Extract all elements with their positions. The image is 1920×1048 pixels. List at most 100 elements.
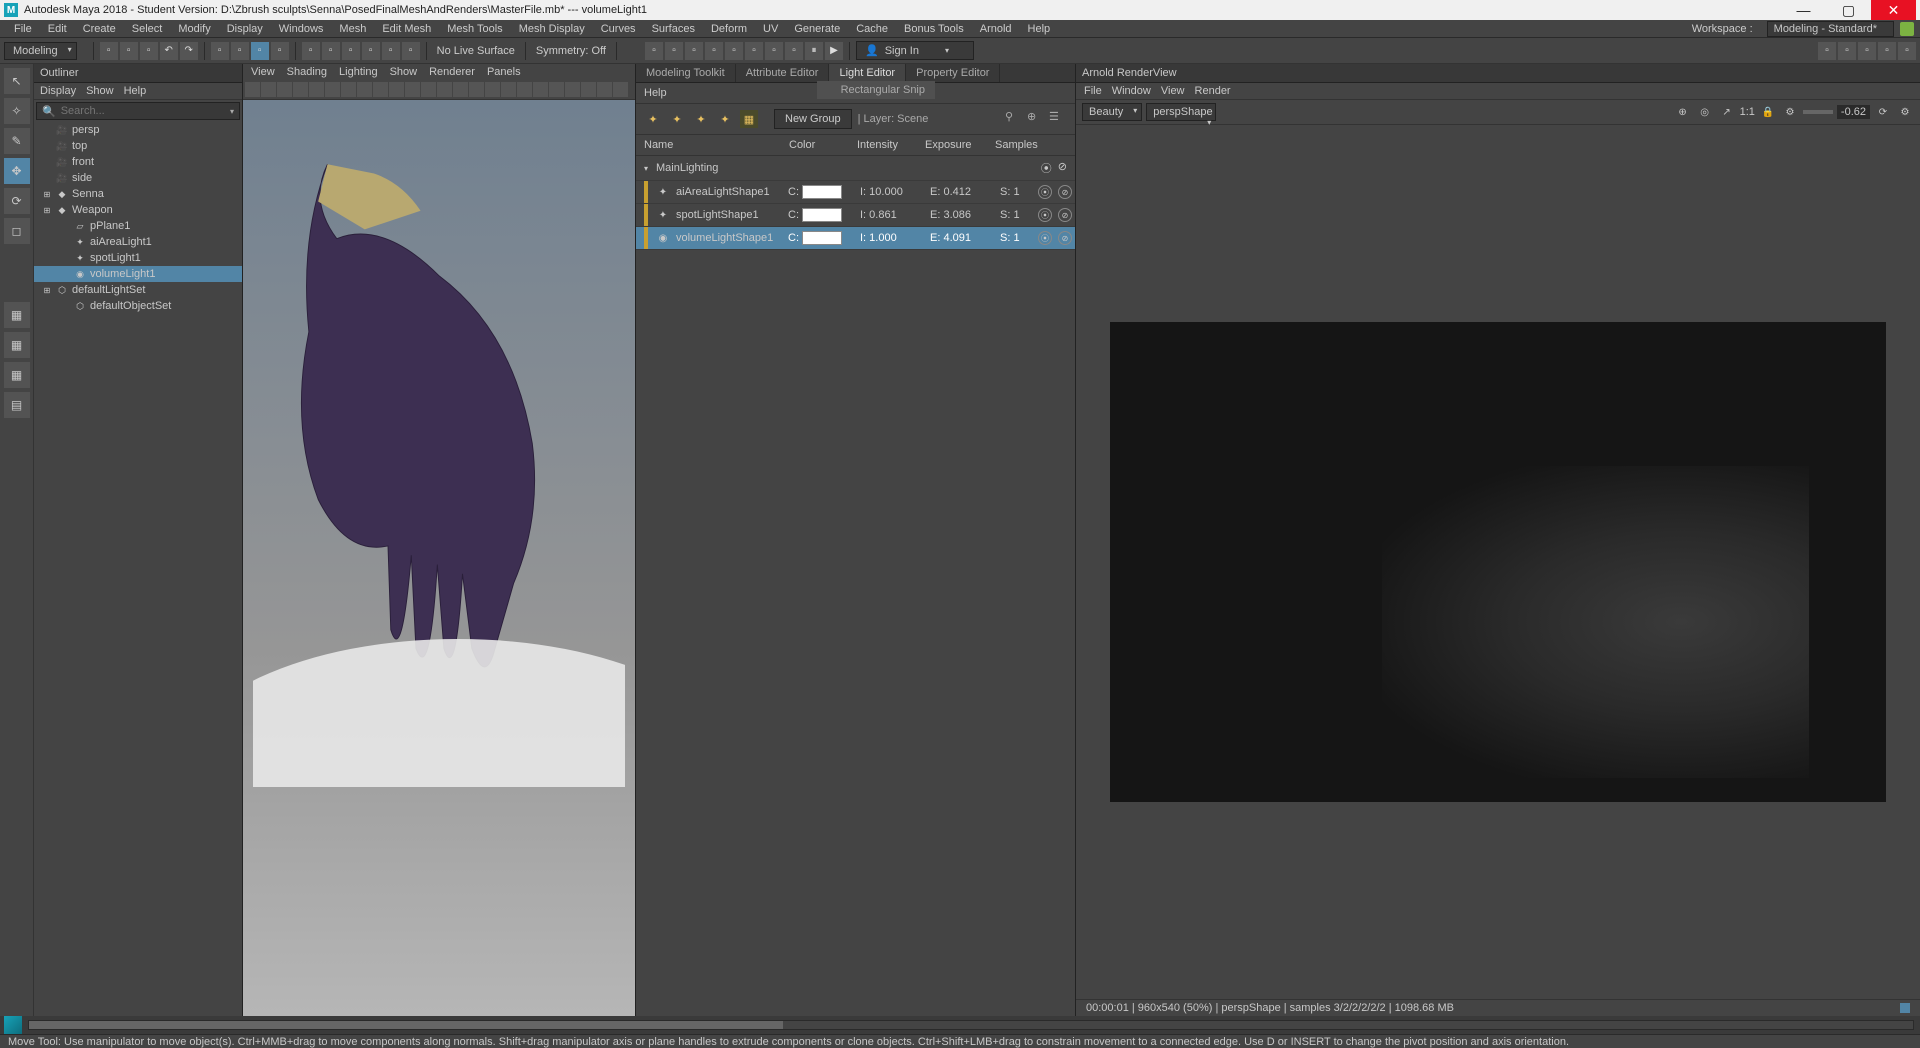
outliner-item[interactable]: ✦aiAreaLight1 [34,234,242,250]
vp-tool-icon[interactable] [597,82,612,97]
menu-surfaces[interactable]: Surfaces [644,23,703,35]
minimize-button[interactable]: — [1781,0,1826,20]
outliner-menu-display[interactable]: Display [40,85,76,97]
redo-icon[interactable]: ↷ [180,42,198,60]
menu-deform[interactable]: Deform [703,23,755,35]
playback-icon[interactable]: ▫ [765,42,783,60]
samples-value[interactable]: S: 1 [1000,209,1032,221]
new-scene-icon[interactable]: ▫ [100,42,118,60]
vp-tool-icon[interactable] [581,82,596,97]
expand-icon[interactable]: ⊞ [42,190,52,199]
col-name[interactable]: Name [644,139,789,151]
vp-tool-icon[interactable] [325,82,340,97]
intensity-value[interactable]: I: 10.000 [860,186,912,198]
outliner-menu-show[interactable]: Show [86,85,114,97]
enable-toggle-icon[interactable]: ⦿ [1038,185,1052,199]
playback-icon[interactable]: ▫ [785,42,803,60]
outliner-item[interactable]: ▱pPlane1 [34,218,242,234]
vp-menu-shading[interactable]: Shading [287,66,327,78]
vp-menu-show[interactable]: Show [390,66,418,78]
maya-logo-icon[interactable] [4,1016,22,1034]
arnold-menu-window[interactable]: Window [1112,85,1151,97]
render-view-area[interactable] [1076,125,1920,999]
light-row[interactable]: ✦ spotLightShape1 C: I: 0.861 E: 3.086 S… [636,204,1075,227]
snap-curve-icon[interactable]: ▫ [322,42,340,60]
outliner-tree[interactable]: 🎥persp🎥top🎥front🎥side⊞◆Senna⊞◆Weapon▱pPl… [34,122,242,1016]
arnold-menu-view[interactable]: View [1161,85,1185,97]
isolate-toggle-icon[interactable]: ⊘ [1058,208,1072,222]
playback-icon[interactable]: ▫ [725,42,743,60]
arrow-icon[interactable]: ↗ [1718,103,1736,121]
exposure-slider[interactable] [1803,110,1833,114]
color-swatch[interactable] [802,185,842,199]
isolate-toggle-icon[interactable]: ⊘ [1058,231,1072,245]
lock-icon[interactable] [1900,22,1914,36]
tab-modeling-toolkit[interactable]: Modeling Toolkit [636,64,736,82]
snap-grid-icon[interactable]: ▫ [302,42,320,60]
snap-live-icon[interactable]: ▫ [402,42,420,60]
menu-cache[interactable]: Cache [848,23,896,35]
menu-meshtools[interactable]: Mesh Tools [439,23,510,35]
vp-tool-icon[interactable] [277,82,292,97]
col-samples[interactable]: Samples [995,139,1040,151]
aov-dropdown[interactable]: Beauty [1082,103,1142,121]
render-icon[interactable]: ▫ [1878,42,1896,60]
menu-modify[interactable]: Modify [170,23,218,35]
outliner-item[interactable]: 🎥side [34,170,242,186]
vp-tool-icon[interactable] [565,82,580,97]
vp-tool-icon[interactable] [501,82,516,97]
select-tool-icon[interactable]: ↖ [4,68,30,94]
vp-tool-icon[interactable] [293,82,308,97]
new-group-button[interactable]: New Group [774,109,852,129]
menu-create[interactable]: Create [75,23,124,35]
exposure-value[interactable]: E: 4.091 [930,232,982,244]
expand-icon[interactable]: ⊞ [42,286,52,295]
viewport-canvas[interactable] [243,100,635,1016]
lock-icon[interactable]: 🔒 [1759,103,1777,121]
col-exposure[interactable]: Exposure [925,139,995,151]
filter-icon[interactable]: ⚲ [1005,110,1023,128]
refresh-icon[interactable]: ⟳ [1874,103,1892,121]
outliner-item[interactable]: ⬡defaultObjectSet [34,298,242,314]
select-mode-icon[interactable]: ▫ [211,42,229,60]
light-group-row[interactable]: ▾ MainLighting ⦿ ⊘ [636,156,1075,181]
gear-icon[interactable]: ⚙ [1781,103,1799,121]
menu-generate[interactable]: Generate [786,23,848,35]
play-icon[interactable]: ▶ [825,42,843,60]
undo-icon[interactable]: ↶ [160,42,178,60]
open-scene-icon[interactable]: ▫ [120,42,138,60]
vp-tool-icon[interactable] [309,82,324,97]
render-icon[interactable]: ▫ [1858,42,1876,60]
vp-tool-icon[interactable] [453,82,468,97]
snap-point-icon[interactable]: ▫ [342,42,360,60]
vp-tool-icon[interactable] [549,82,564,97]
menu-bonustools[interactable]: Bonus Tools [896,23,972,35]
snap-plane-icon[interactable]: ▫ [362,42,380,60]
timeline-scrollbar[interactable] [28,1020,1914,1030]
menu-windows[interactable]: Windows [271,23,332,35]
live-surface-label[interactable]: No Live Surface [433,45,519,57]
playback-icon[interactable]: ▫ [665,42,683,60]
vp-tool-icon[interactable] [357,82,372,97]
expand-icon[interactable]: ▾ [644,164,656,173]
light-type-icon[interactable]: ✦ [716,110,734,128]
vp-tool-icon[interactable] [469,82,484,97]
tab-attribute-editor[interactable]: Attribute Editor [736,64,830,82]
samples-value[interactable]: S: 1 [1000,186,1032,198]
search-input[interactable] [61,103,225,119]
vp-tool-icon[interactable] [405,82,420,97]
menu-arnold[interactable]: Arnold [972,23,1020,35]
col-intensity[interactable]: Intensity [857,139,925,151]
outliner-item[interactable]: ◉volumeLight1 [34,266,242,282]
vp-tool-icon[interactable] [245,82,260,97]
close-button[interactable]: ✕ [1871,0,1916,20]
menu-select[interactable]: Select [124,23,171,35]
menu-help[interactable]: Help [1020,23,1059,35]
menu-editmesh[interactable]: Edit Mesh [374,23,439,35]
arnold-menu-file[interactable]: File [1084,85,1102,97]
settings-icon[interactable]: ⚙ [1896,103,1914,121]
tab-property-editor[interactable]: Property Editor [906,64,1000,82]
isolate-toggle-icon[interactable]: ⊘ [1058,160,1067,176]
light-type-icon[interactable]: ✦ [668,110,686,128]
crosshair-icon[interactable]: ⊕ [1674,103,1692,121]
